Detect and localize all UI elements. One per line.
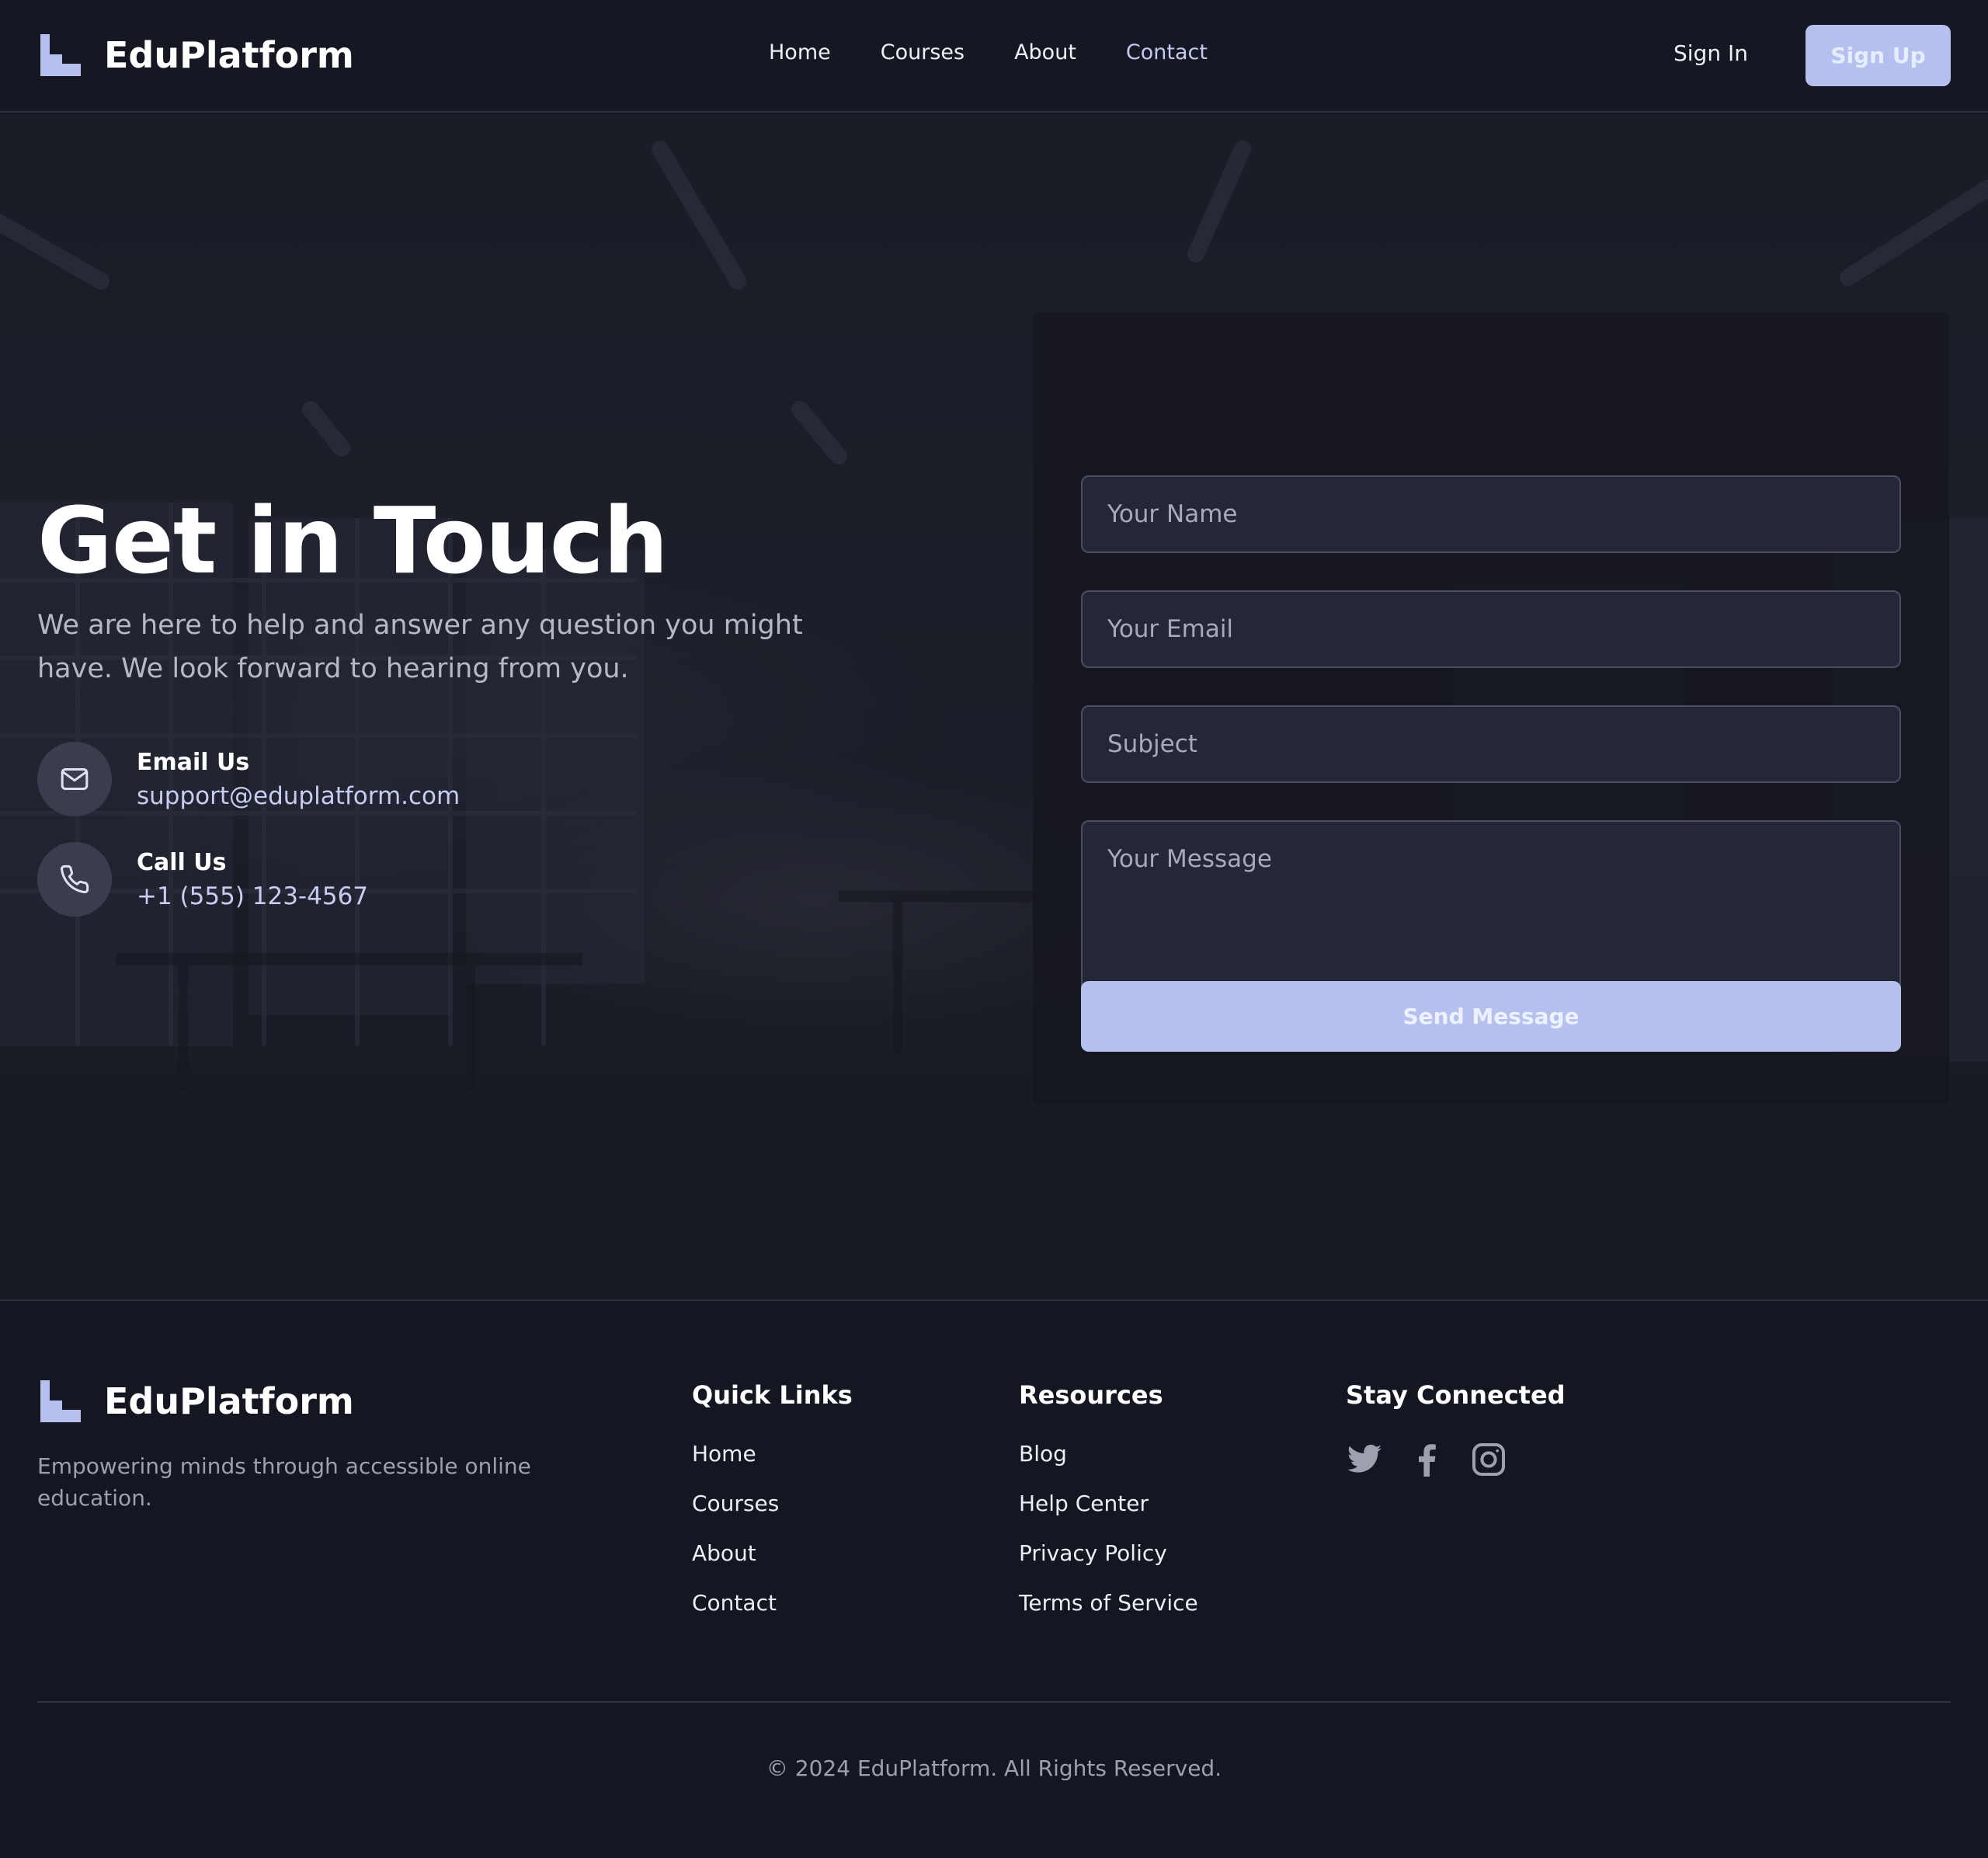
page-title: Get in Touch xyxy=(37,487,669,594)
nav-home[interactable]: Home xyxy=(769,40,831,64)
footer-link-courses[interactable]: Courses xyxy=(692,1491,853,1540)
footer-logo[interactable]: EduPlatform xyxy=(39,1380,354,1422)
email-input[interactable]: Your Email xyxy=(1081,590,1901,668)
stay-connected-title: Stay Connected xyxy=(1346,1380,1566,1410)
stay-connected: Stay Connected xyxy=(1346,1380,1566,1481)
social-links xyxy=(1346,1441,1566,1481)
copyright: © 2024 EduPlatform. All Rights Reserved. xyxy=(766,1755,1222,1781)
footer-link-help-center[interactable]: Help Center xyxy=(1019,1491,1198,1540)
instagram-icon[interactable] xyxy=(1470,1441,1507,1481)
resources: Resources Blog Help Center Privacy Polic… xyxy=(1019,1380,1198,1640)
logo-icon xyxy=(40,1380,81,1422)
footer-link-about[interactable]: About xyxy=(692,1540,853,1590)
footer-tagline: Empowering minds through accessible onli… xyxy=(37,1453,531,1511)
email-label: Email Us xyxy=(137,748,250,776)
sign-up-button[interactable]: Sign Up xyxy=(1806,25,1951,86)
nav-courses[interactable]: Courses xyxy=(881,40,964,64)
logo-icon xyxy=(40,34,81,76)
contact-hero: Get in Touch We are here to help and ans… xyxy=(0,114,1988,1301)
mail-icon xyxy=(37,742,112,816)
site-footer: EduPlatform Empowering minds through acc… xyxy=(0,1303,1988,1858)
phone-icon xyxy=(37,842,112,917)
phone-label: Call Us xyxy=(137,848,227,876)
footer-link-terms-of-service[interactable]: Terms of Service xyxy=(1019,1590,1198,1640)
subject-input[interactable]: Subject xyxy=(1081,705,1901,783)
header-logo[interactable]: EduPlatform xyxy=(39,34,354,76)
footer-link-home[interactable]: Home xyxy=(692,1441,853,1491)
site-header: EduPlatform Home Courses About Contact S… xyxy=(0,0,1988,113)
email-value[interactable]: support@eduplatform.com xyxy=(137,782,460,810)
footer-link-contact[interactable]: Contact xyxy=(692,1590,853,1640)
sign-in-link[interactable]: Sign In xyxy=(1673,40,1748,66)
phone-value[interactable]: +1 (555) 123-4567 xyxy=(137,882,368,910)
nav-about[interactable]: About xyxy=(1014,40,1076,64)
page-subtitle: We are here to help and answer any quest… xyxy=(37,610,803,684)
footer-brand-name: EduPlatform xyxy=(104,1380,354,1422)
contact-email: Email Us support@eduplatform.com xyxy=(37,742,460,816)
nav-contact[interactable]: Contact xyxy=(1126,40,1208,64)
facebook-icon[interactable] xyxy=(1408,1441,1445,1481)
footer-divider xyxy=(37,1701,1951,1703)
contact-phone: Call Us +1 (555) 123-4567 xyxy=(37,842,368,917)
name-input[interactable]: Your Name xyxy=(1081,475,1901,553)
resources-title: Resources xyxy=(1019,1380,1163,1410)
contact-form: Your Name Your Email Subject Your Messag… xyxy=(1033,312,1949,1105)
send-message-button[interactable]: Send Message xyxy=(1081,981,1901,1052)
quick-links: Quick Links Home Courses About Contact xyxy=(692,1380,853,1640)
footer-link-privacy-policy[interactable]: Privacy Policy xyxy=(1019,1540,1198,1590)
quick-links-title: Quick Links xyxy=(692,1380,853,1410)
twitter-icon[interactable] xyxy=(1346,1441,1383,1481)
main-nav: Home Courses About Contact xyxy=(769,40,1257,64)
brand-name: EduPlatform xyxy=(104,34,354,76)
footer-link-blog[interactable]: Blog xyxy=(1019,1441,1198,1491)
